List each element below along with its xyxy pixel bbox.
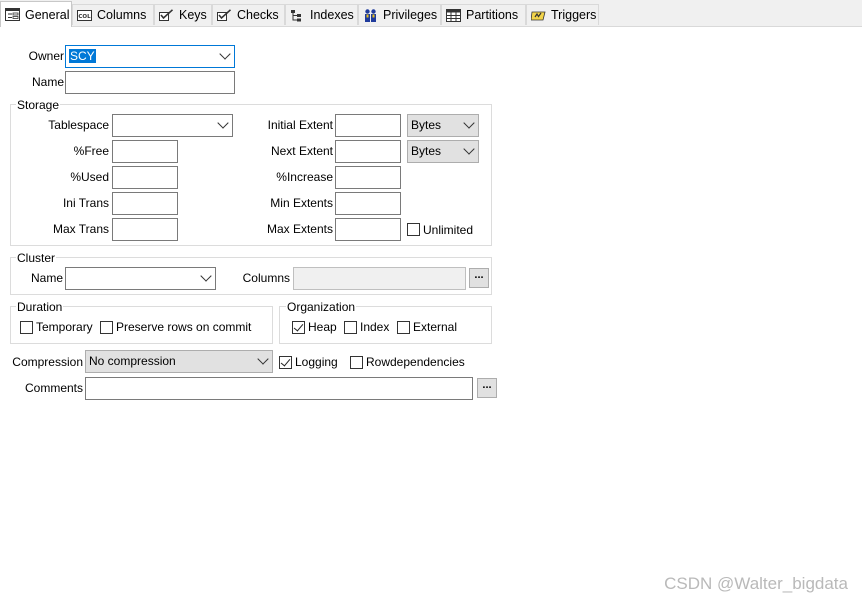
cluster-columns-field	[293, 267, 466, 290]
temporary-label: Temporary	[36, 320, 93, 334]
indexes-icon	[290, 9, 305, 22]
watermark: CSDN @Walter_bigdata	[664, 574, 848, 593]
ini-trans-label: Ini Trans	[62, 196, 109, 210]
heap-label: Heap	[308, 320, 337, 334]
partitions-icon	[446, 8, 461, 22]
cluster-title: Cluster	[16, 251, 57, 265]
tab-label: Columns	[97, 8, 147, 22]
tab-label: Privileges	[383, 8, 438, 22]
next-extent-unit: Bytes	[411, 144, 442, 158]
max-extents-label: Max Extents	[266, 222, 333, 236]
next-extent-label: Next Extent	[270, 144, 333, 158]
privileges-icon	[363, 8, 378, 22]
next-extent-unit-combo[interactable]: Bytes	[407, 140, 479, 163]
initial-extent-unit: Bytes	[411, 118, 442, 132]
storage-title: Storage	[16, 98, 61, 112]
tab-label: General	[25, 7, 70, 22]
ini-trans-field[interactable]	[112, 192, 178, 215]
rowdependencies-label: Rowdependencies	[366, 355, 465, 369]
duration-title: Duration	[16, 300, 64, 314]
index-checkbox[interactable]	[344, 321, 357, 334]
compression-value: No compression	[89, 354, 176, 368]
min-extents-label: Min Extents	[270, 196, 333, 210]
chevron-down-icon	[217, 117, 229, 129]
compression-combo[interactable]: No compression	[85, 350, 273, 373]
svg-text:COL: COL	[78, 14, 91, 20]
tab-partitions[interactable]: Partitions	[441, 4, 526, 25]
chevron-down-icon	[463, 117, 475, 129]
chevron-down-icon	[463, 143, 475, 155]
min-extents-field[interactable]	[335, 192, 401, 215]
chevron-down-icon	[200, 270, 212, 282]
max-extents-field[interactable]	[335, 218, 401, 241]
rowdependencies-checkbox[interactable]	[350, 356, 363, 369]
organization-title: Organization	[286, 300, 357, 314]
tab-privileges[interactable]: Privileges	[358, 4, 441, 25]
max-trans-field[interactable]	[112, 218, 178, 241]
unlimited-checkbox[interactable]	[407, 223, 420, 236]
logging-checkbox[interactable]	[279, 356, 292, 369]
external-checkbox[interactable]	[397, 321, 410, 334]
name-label: Name	[31, 75, 64, 89]
free-label: %Free	[73, 144, 109, 158]
max-trans-label: Max Trans	[52, 222, 109, 236]
index-label: Index	[360, 320, 390, 334]
tablespace-combo[interactable]	[112, 114, 233, 137]
tab-label: Indexes	[310, 8, 354, 22]
comments-label: Comments	[24, 381, 83, 395]
tab-general[interactable]: General	[0, 1, 72, 27]
checks-icon	[217, 8, 232, 22]
tab-label: Keys	[179, 8, 207, 22]
columns-icon: COL	[77, 9, 92, 22]
increase-field[interactable]	[335, 166, 401, 189]
tab-bar: General COL Columns Keys Checks Indexes …	[0, 0, 862, 27]
tab-label: Checks	[237, 8, 279, 22]
tab-label: Partitions	[466, 8, 519, 22]
chevron-down-icon	[219, 48, 231, 60]
preserve-rows-checkbox[interactable]	[100, 321, 113, 334]
external-label: External	[413, 320, 458, 334]
initial-extent-field[interactable]	[335, 114, 401, 137]
general-form-icon	[5, 8, 20, 21]
keys-icon	[159, 8, 174, 22]
free-field[interactable]	[112, 140, 178, 163]
cluster-name-label: Name	[30, 271, 63, 285]
tab-columns[interactable]: COL Columns	[72, 4, 154, 25]
tab-triggers[interactable]: Triggers	[526, 4, 599, 25]
comments-field[interactable]	[85, 377, 473, 400]
compression-label: Compression	[12, 355, 83, 369]
initial-extent-label: Initial Extent	[267, 118, 333, 132]
temporary-checkbox[interactable]	[20, 321, 33, 334]
next-extent-field[interactable]	[335, 140, 401, 163]
used-label: %Used	[70, 170, 109, 184]
cluster-columns-label: Columns	[242, 271, 290, 285]
triggers-icon	[530, 9, 546, 22]
tab-keys[interactable]: Keys	[154, 4, 212, 25]
cluster-columns-ellipsis-button[interactable]: ...	[469, 268, 489, 288]
name-field[interactable]	[65, 71, 235, 94]
used-field[interactable]	[112, 166, 178, 189]
cluster-name-combo[interactable]	[65, 267, 216, 290]
increase-label: %Increase	[276, 170, 333, 184]
heap-checkbox[interactable]	[292, 321, 305, 334]
comments-ellipsis-button[interactable]: ...	[477, 378, 497, 398]
chevron-down-icon	[257, 353, 269, 365]
logging-label: Logging	[295, 355, 338, 369]
owner-combo[interactable]: SCY	[65, 45, 235, 68]
owner-value: SCY	[69, 49, 96, 63]
preserve-rows-label: Preserve rows on commit	[116, 320, 252, 334]
owner-label: Owner	[28, 49, 64, 63]
initial-extent-unit-combo[interactable]: Bytes	[407, 114, 479, 137]
tab-checks[interactable]: Checks	[212, 4, 285, 25]
tab-label: Triggers	[551, 8, 597, 22]
unlimited-label: Unlimited	[423, 223, 474, 237]
tab-indexes[interactable]: Indexes	[285, 4, 358, 25]
tablespace-label: Tablespace	[48, 118, 109, 132]
